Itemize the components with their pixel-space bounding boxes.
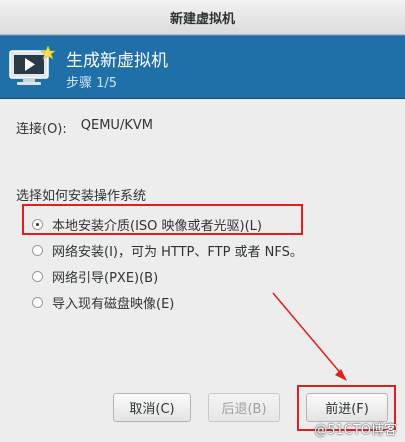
radio-indicator[interactable] — [32, 244, 43, 256]
back-button[interactable]: 后退(B) — [208, 393, 280, 422]
radio-network-boot[interactable]: 网络引导(PXE)(B) — [32, 263, 303, 289]
cancel-button[interactable]: 取消(C) — [113, 393, 191, 422]
radio-label[interactable]: 网络安装(I)，可为 HTTP、FTP 或者 NFS。 — [52, 241, 303, 260]
watermark: @51CTO博客 — [314, 423, 397, 438]
radio-indicator[interactable] — [32, 270, 43, 282]
window-title: 新建虚拟机 — [169, 11, 235, 27]
banner-step: 步骤 1/5 — [66, 76, 118, 91]
radio-label[interactable]: 网络引导(PXE)(B) — [52, 267, 158, 286]
radio-indicator[interactable] — [32, 296, 43, 308]
connection-label: 连接(O): — [16, 122, 67, 137]
window-titlebar: 新建虚拟机 — [0, 0, 405, 35]
next-button[interactable]: 前进(F) — [306, 393, 388, 422]
radio-local-media[interactable]: 本地安装介质(ISO 映像或者光驱)(L) — [32, 211, 303, 237]
radio-indicator[interactable] — [32, 218, 43, 230]
install-method-label: 选择如何安装操作系统 — [16, 189, 147, 204]
connection-value: QEMU/KVM — [80, 118, 153, 133]
radio-label[interactable]: 导入现有磁盘映像(E) — [52, 293, 174, 312]
radio-label[interactable]: 本地安装介质(ISO 映像或者光驱)(L) — [52, 215, 262, 234]
radio-network-install[interactable]: 网络安装(I)，可为 HTTP、FTP 或者 NFS。 — [32, 237, 303, 263]
connection-row: 连接(O): QEMU/KVM — [16, 118, 153, 137]
wizard-content: 连接(O): QEMU/KVM 选择如何安装操作系统 本地安装介质(ISO 映像… — [0, 98, 405, 442]
wizard-banner: 生成新虚拟机 步骤 1/5 — [0, 35, 405, 99]
radio-import-disk[interactable]: 导入现有磁盘映像(E) — [32, 289, 303, 315]
vm-monitor-icon — [9, 45, 56, 85]
install-method-radio-group: 本地安装介质(ISO 映像或者光驱)(L) 网络安装(I)，可为 HTTP、FT… — [32, 211, 303, 315]
banner-title: 生成新虚拟机 — [66, 51, 168, 71]
